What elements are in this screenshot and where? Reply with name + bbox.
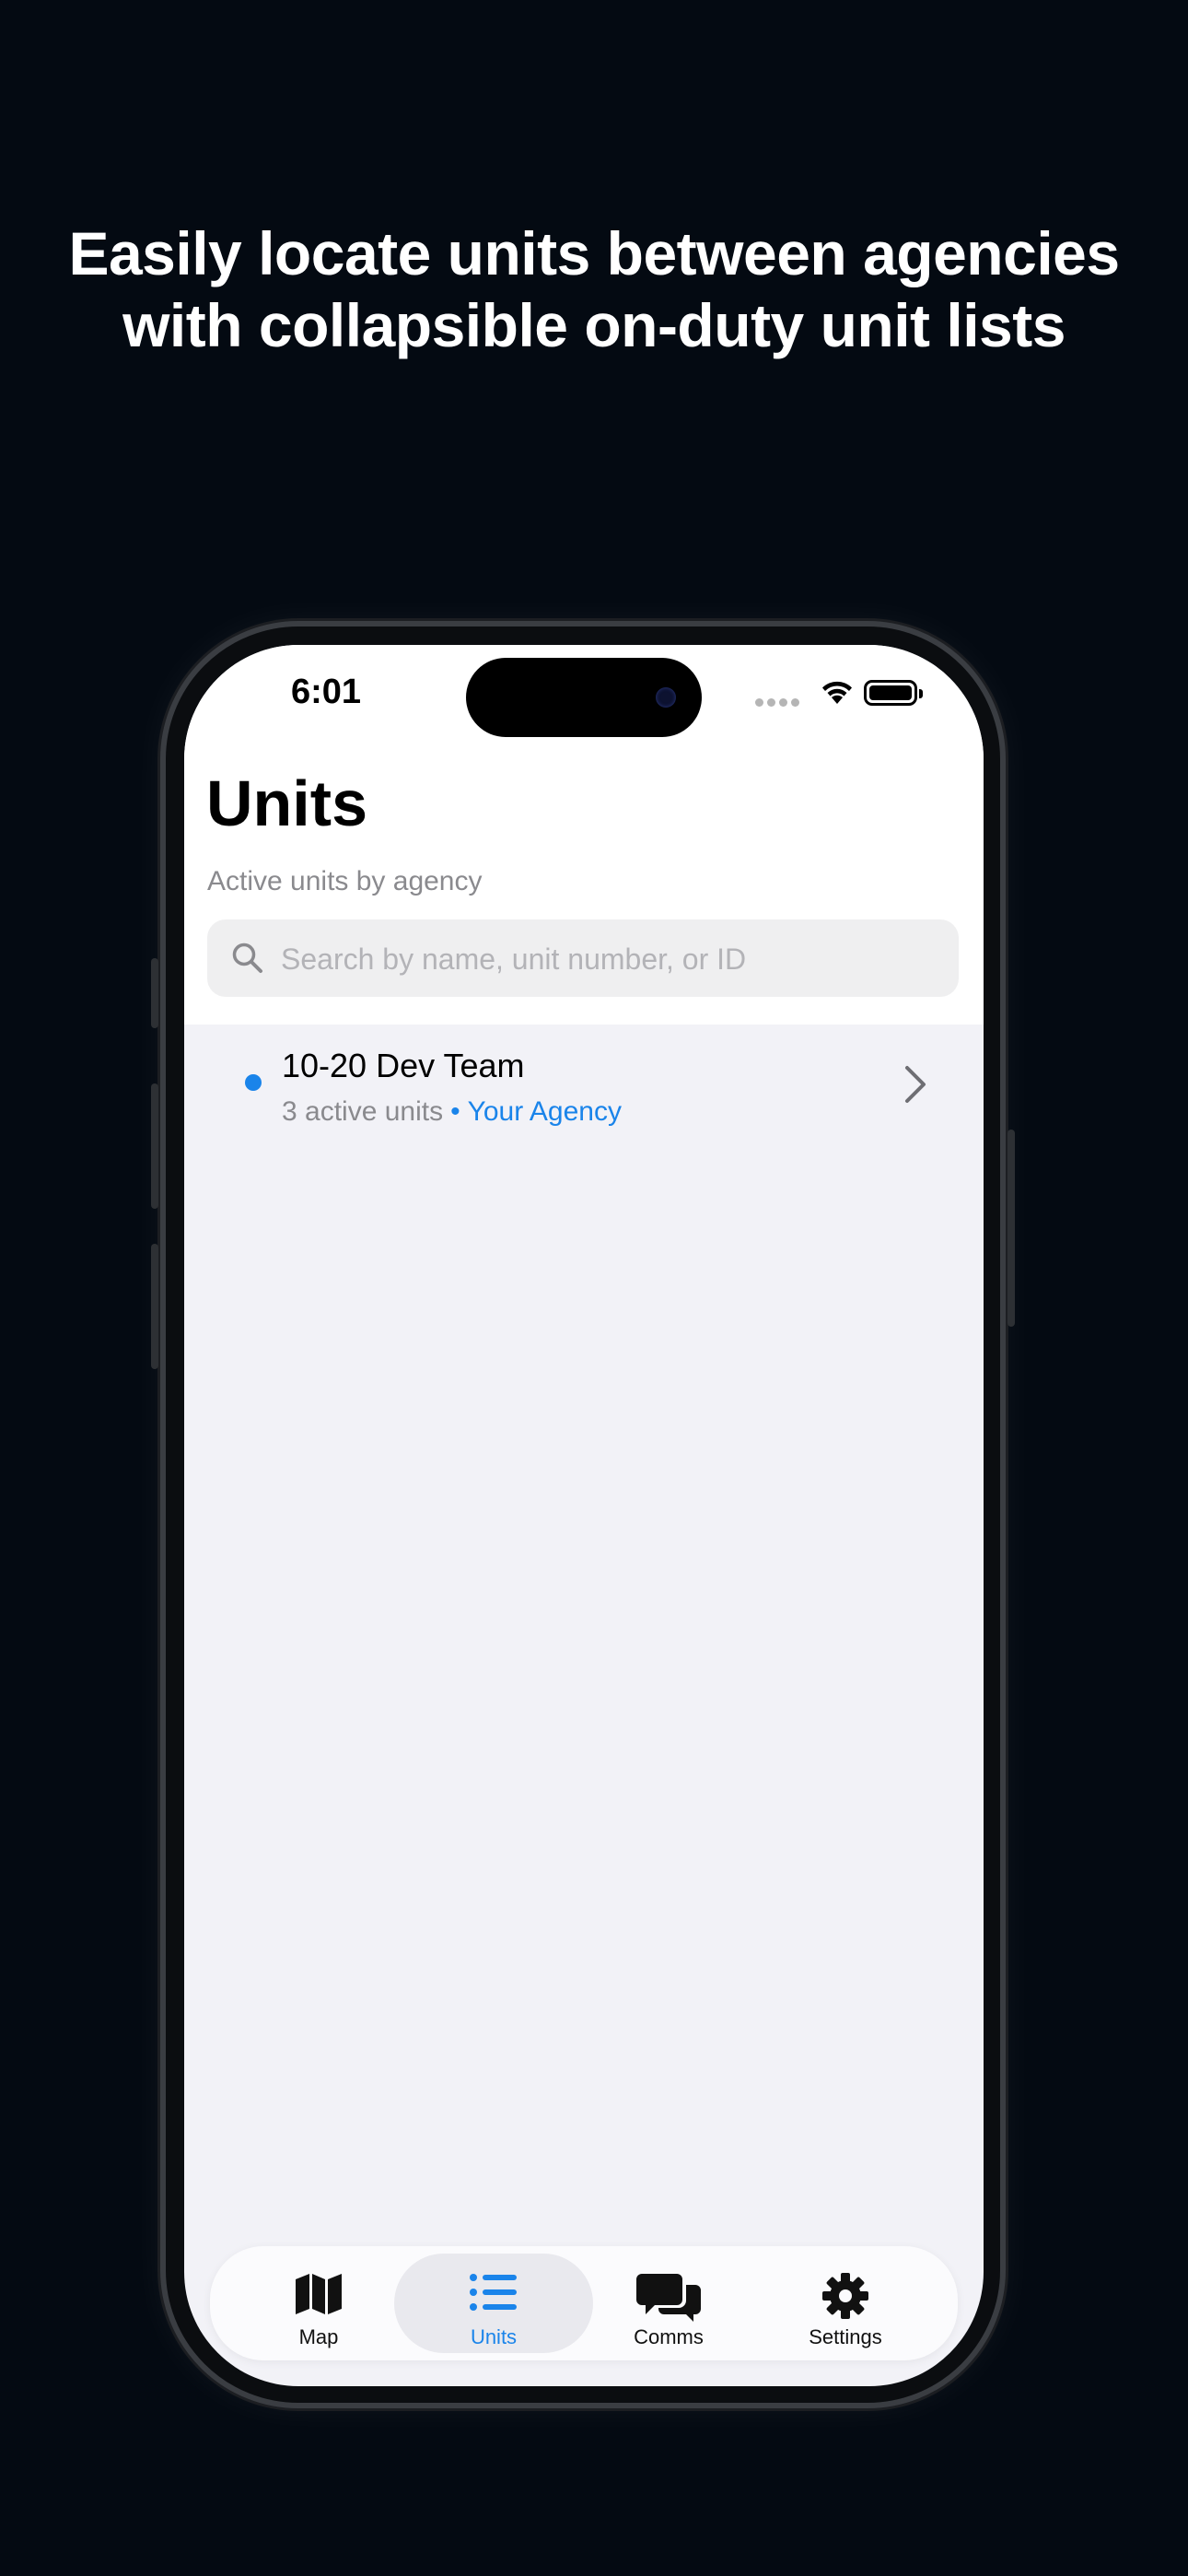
chat-bubbles-icon: [636, 2274, 701, 2322]
phone-volume-down: [151, 1244, 158, 1369]
units-header: 6:01 Units Active units by agency: [184, 645, 984, 1025]
camera-icon: [656, 687, 676, 708]
headline: Easily locate units between agencies wit…: [0, 217, 1188, 361]
headline-line-2: with collapsible on-duty unit lists: [122, 291, 1066, 359]
gear-icon: [822, 2273, 868, 2319]
phone-volume-up: [151, 1083, 158, 1209]
tab-comms-label: Comms: [634, 2325, 704, 2348]
tab-map-label: Map: [298, 2325, 339, 2348]
search-icon: [232, 943, 262, 973]
chevron-right-icon: [905, 1066, 926, 1103]
phone-power-button: [1007, 1130, 1015, 1327]
tab-units[interactable]: Units: [394, 2254, 593, 2353]
tab-settings[interactable]: Settings: [746, 2254, 945, 2353]
page-subtitle: Active units by agency: [207, 866, 483, 896]
agency-active-units: 3 active units: [282, 1096, 444, 1127]
phone-silent-switch: [151, 958, 158, 1028]
phone-screen: 6:01 Units Active units by agency 10-20 …: [184, 645, 984, 2386]
agency-status-dot: [245, 1074, 262, 1091]
headline-line-1: Easily locate units between agencies: [68, 219, 1120, 287]
tab-settings-label: Settings: [809, 2325, 882, 2348]
page-title: Units: [206, 767, 367, 839]
agency-separator: •: [450, 1096, 460, 1127]
battery-icon: [864, 680, 923, 706]
agency-name: 10-20 Dev Team: [282, 1047, 525, 1084]
agency-row[interactable]: 10-20 Dev Team 3 active units • Your Agenc…: [184, 1036, 984, 1146]
map-icon: [296, 2274, 342, 2314]
dynamic-island: [466, 658, 702, 737]
tab-units-label: Units: [470, 2325, 518, 2348]
tab-map[interactable]: Map: [219, 2254, 418, 2353]
search-bar[interactable]: [207, 919, 959, 999]
search-input[interactable]: [279, 919, 946, 999]
tab-comms[interactable]: Comms: [569, 2254, 768, 2353]
list-icon: [470, 2274, 517, 2311]
agency-meta: 3 active units • Your Agency: [282, 1096, 622, 1128]
tab-bar: Map Units Comms Settings: [210, 2246, 958, 2360]
status-time: 6:01: [291, 673, 362, 711]
signal-dots-icon: [751, 695, 799, 711]
wifi-icon: [822, 681, 852, 704]
agency-tag: Your Agency: [467, 1096, 622, 1127]
